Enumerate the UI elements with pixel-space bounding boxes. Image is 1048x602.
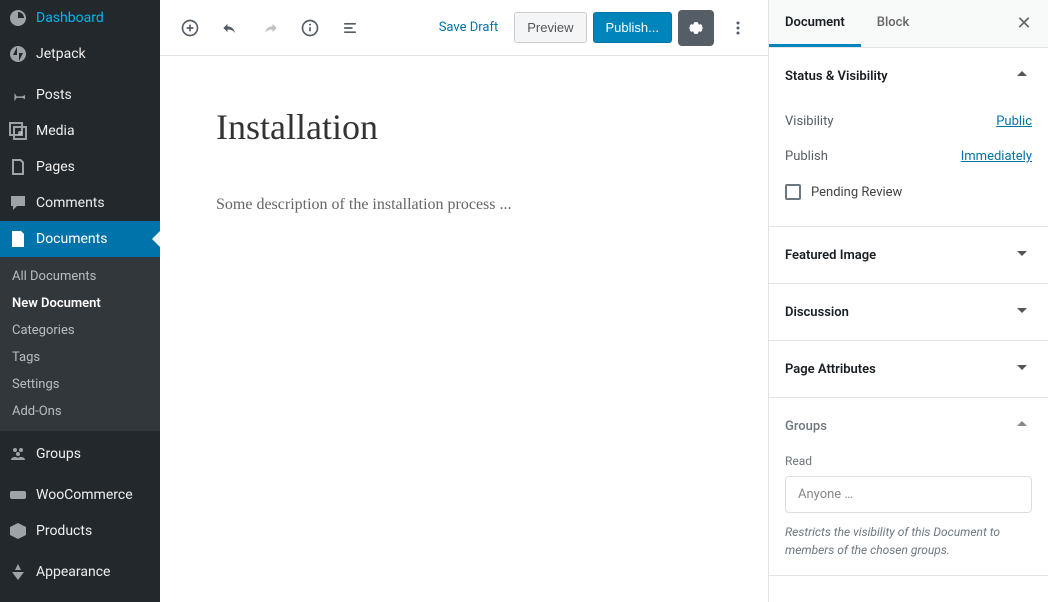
pending-review-checkbox[interactable] — [785, 184, 801, 200]
sidebar-item-media[interactable]: Media — [0, 113, 160, 149]
sidebar-item-documents[interactable]: Documents — [0, 221, 160, 257]
groups-help-text: Restricts the visibility of this Documen… — [769, 523, 1048, 575]
appearance-icon — [8, 562, 28, 582]
sidebar-item-label: WooCommerce — [36, 487, 133, 503]
sidebar-item-label: Jetpack — [36, 46, 86, 62]
sidebar-item-products[interactable]: Products — [0, 513, 160, 549]
chevron-down-icon — [1012, 357, 1032, 381]
panel-title: Groups — [785, 419, 827, 434]
chevron-down-icon — [1012, 300, 1032, 324]
inspector-tabs: Document Block ✕ — [769, 0, 1048, 48]
settings-button[interactable] — [678, 10, 714, 46]
sidebar-item-groups[interactable]: Groups — [0, 436, 160, 472]
groups-read-input[interactable]: Anyone … — [785, 476, 1032, 513]
panel-title: Discussion — [785, 305, 849, 320]
groups-read-label: Read — [769, 454, 1048, 468]
panel-header-discussion[interactable]: Discussion — [769, 284, 1048, 340]
woo-icon — [8, 485, 28, 505]
panel-header-status[interactable]: Status & Visibility — [769, 48, 1048, 104]
sidebar-item-label: Documents — [36, 231, 107, 247]
visibility-value[interactable]: Public — [996, 114, 1032, 129]
panel-header-groups[interactable]: Groups — [769, 398, 1048, 454]
redo-button[interactable] — [252, 10, 288, 46]
comment-icon — [8, 193, 28, 213]
publish-label: Publish — [785, 149, 828, 164]
editor-column: Save Draft Preview Publish... Installati… — [160, 0, 768, 602]
editor-toolbar: Save Draft Preview Publish... — [160, 0, 768, 56]
sidebar-item-label: Products — [36, 523, 92, 539]
chevron-up-icon — [1012, 64, 1032, 88]
post-content[interactable]: Some description of the installation pro… — [216, 196, 712, 214]
panel-status-visibility: Status & Visibility Visibility Public Pu… — [769, 48, 1048, 227]
submenu-tags[interactable]: Tags — [0, 344, 160, 371]
groups-icon — [8, 444, 28, 464]
visibility-label: Visibility — [785, 114, 834, 129]
panel-header-page-attributes[interactable]: Page Attributes — [769, 341, 1048, 397]
panel-title: Featured Image — [785, 248, 876, 263]
more-menu-button[interactable] — [720, 10, 756, 46]
preview-button[interactable]: Preview — [514, 12, 586, 43]
panel-title: Status & Visibility — [785, 69, 888, 84]
sidebar-item-comments[interactable]: Comments — [0, 185, 160, 221]
sidebar-item-appearance[interactable]: Appearance — [0, 554, 160, 590]
submenu-settings[interactable]: Settings — [0, 371, 160, 398]
chevron-up-icon — [1012, 414, 1032, 438]
close-inspector-button[interactable]: ✕ — [1000, 0, 1048, 47]
tab-block[interactable]: Block — [861, 0, 925, 47]
pin-icon — [8, 85, 28, 105]
dashboard-icon — [8, 8, 28, 28]
inspector-sidebar: Document Block ✕ Status & Visibility Vis… — [768, 0, 1048, 602]
sidebar-item-label: Appearance — [36, 564, 110, 580]
submenu-categories[interactable]: Categories — [0, 317, 160, 344]
products-icon — [8, 521, 28, 541]
sidebar-item-label: Posts — [36, 87, 72, 103]
sidebar-item-woocommerce[interactable]: WooCommerce — [0, 477, 160, 513]
sidebar-item-pages[interactable]: Pages — [0, 149, 160, 185]
sidebar-submenu: All Documents New Document Categories Ta… — [0, 257, 160, 431]
panel-title: Page Attributes — [785, 362, 876, 377]
panel-header-featured-image[interactable]: Featured Image — [769, 227, 1048, 283]
submenu-all-documents[interactable]: All Documents — [0, 263, 160, 290]
post-title[interactable]: Installation — [216, 106, 712, 148]
publish-button[interactable]: Publish... — [593, 12, 672, 43]
sidebar-item-label: Pages — [36, 159, 75, 175]
sidebar-item-posts[interactable]: Posts — [0, 77, 160, 113]
save-draft-button[interactable]: Save Draft — [429, 12, 509, 43]
undo-button[interactable] — [212, 10, 248, 46]
admin-sidebar: Dashboard Jetpack Posts Media Pages Comm… — [0, 0, 160, 602]
pending-review-label: Pending Review — [811, 185, 902, 200]
sidebar-item-label: Dashboard — [36, 10, 104, 26]
add-block-button[interactable] — [172, 10, 208, 46]
tab-document[interactable]: Document — [769, 0, 861, 47]
page-icon — [8, 157, 28, 177]
submenu-addons[interactable]: Add-Ons — [0, 398, 160, 425]
outline-button[interactable] — [332, 10, 368, 46]
media-icon — [8, 121, 28, 141]
sidebar-item-dashboard[interactable]: Dashboard — [0, 0, 160, 36]
editor-body[interactable]: Installation Some description of the ins… — [160, 56, 768, 602]
sidebar-item-label: Media — [36, 123, 75, 139]
main: Save Draft Preview Publish... Installati… — [160, 0, 1048, 602]
info-button[interactable] — [292, 10, 328, 46]
sidebar-item-label: Comments — [36, 195, 105, 211]
sidebar-item-jetpack[interactable]: Jetpack — [0, 36, 160, 72]
document-icon — [8, 229, 28, 249]
chevron-down-icon — [1012, 243, 1032, 267]
publish-value[interactable]: Immediately — [961, 149, 1032, 164]
pending-review-row[interactable]: Pending Review — [785, 174, 1032, 210]
sidebar-item-label: Groups — [36, 446, 81, 462]
jetpack-icon — [8, 44, 28, 64]
submenu-new-document[interactable]: New Document — [0, 290, 160, 317]
